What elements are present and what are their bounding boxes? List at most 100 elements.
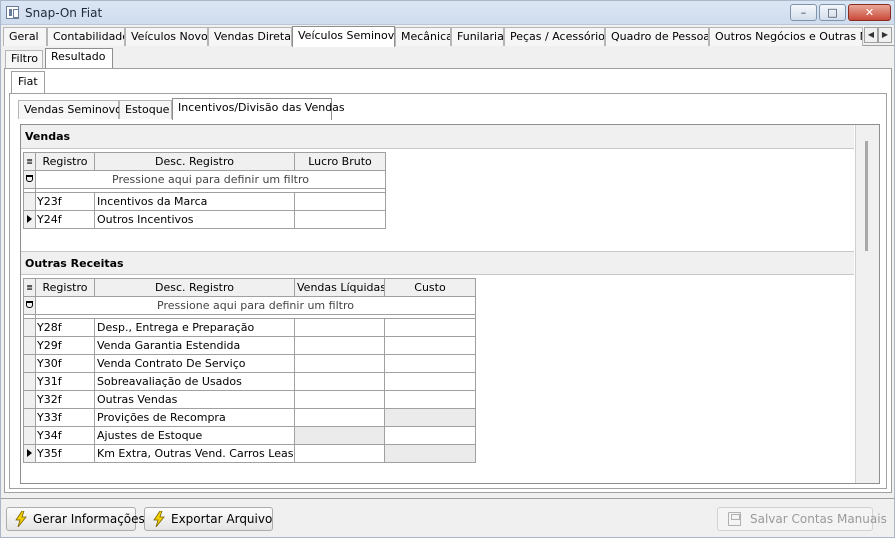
vendas-liquidas-cell[interactable] [294, 372, 385, 391]
button-label: Exportar Arquivo [171, 512, 273, 526]
custo-cell[interactable] [384, 318, 476, 337]
vendas-liquidas-cell[interactable] [294, 444, 385, 463]
vendas-liquidas-cell[interactable] [294, 336, 385, 355]
desc-cell: Outros Incentivos [94, 210, 295, 229]
incentivos-content: Vendas ≣ Registro Desc. Registro Lucro B… [20, 124, 880, 484]
table-row[interactable]: Y35f Km Extra, Outras Vend. Carros Leasi… [23, 444, 476, 463]
minimize-button[interactable]: – [790, 4, 817, 21]
tab-funilaria[interactable]: Funilaria [451, 27, 504, 46]
tab-filtro[interactable]: Filtro [5, 50, 43, 68]
save-disk-icon [728, 512, 741, 526]
registro-cell: Y35f [35, 444, 95, 463]
tab-veiculos-seminovos[interactable]: Veículos Seminovos [292, 26, 395, 47]
registro-cell: Y33f [35, 408, 95, 427]
tab-estoque[interactable]: Estoque [119, 100, 172, 119]
custo-cell[interactable] [384, 354, 476, 373]
table-row[interactable]: Y29f Venda Garantia Estendida [23, 336, 476, 355]
tab-scroll-right-icon[interactable]: ▶ [878, 27, 892, 43]
desc-cell: Desp., Entrega e Preparação [94, 318, 295, 337]
row-indicator [23, 372, 36, 391]
tab-scroll-arrows: ◀ ▶ [864, 27, 893, 44]
registro-cell: Y32f [35, 390, 95, 409]
tab-fiat[interactable]: Fiat [11, 71, 45, 93]
filter-prompt[interactable]: Pressione aqui para definir um filtro [35, 296, 476, 315]
row-indicator [23, 192, 36, 211]
vertical-scrollbar[interactable] [855, 125, 879, 483]
tab-geral[interactable]: Geral [3, 27, 47, 46]
column-chooser-icon[interactable]: ≣ [23, 152, 36, 171]
tab-incentivos-divisao[interactable]: Incentivos/Divisão das Vendas [172, 98, 345, 120]
main-tab-bar: Geral Contabilidade Veículos Novos Venda… [3, 26, 894, 47]
maximize-button[interactable]: □ [819, 4, 846, 21]
custo-cell[interactable] [384, 372, 476, 391]
table-row[interactable]: Y30f Venda Contrato De Serviço [23, 354, 476, 373]
custo-cell-disabled [384, 444, 476, 463]
column-header[interactable]: Lucro Bruto [294, 152, 386, 171]
custo-cell-disabled [384, 408, 476, 427]
window-title: Snap-On Fiat [25, 6, 103, 20]
scrollbar-thumb[interactable] [865, 141, 868, 251]
table-row[interactable]: Y23f Incentivos da Marca [23, 192, 386, 211]
filter-icon[interactable] [23, 170, 36, 189]
row-indicator [23, 390, 36, 409]
current-row-pointer-icon [23, 210, 36, 229]
lucro-bruto-cell[interactable] [294, 210, 386, 229]
vendas-liquidas-cell[interactable] [294, 408, 385, 427]
grid-header-row: ≣ Registro Desc. Registro Vendas Líquida… [23, 278, 476, 297]
tab-vendas-seminovos[interactable]: Vendas Seminovos [18, 100, 128, 119]
lucro-bruto-cell[interactable] [294, 192, 386, 211]
column-header[interactable]: Registro [35, 278, 95, 297]
close-button[interactable]: ✕ [848, 4, 891, 21]
tab-veiculos-novos[interactable]: Veículos Novos [125, 27, 208, 46]
tab-scroll-left-icon[interactable]: ◀ [864, 27, 878, 43]
table-row[interactable]: Y33f Provições de Recompra [23, 408, 476, 427]
vendas-liquidas-cell[interactable] [294, 390, 385, 409]
table-row[interactable]: Y31f Sobreavaliação de Usados [23, 372, 476, 391]
row-indicator [23, 318, 36, 337]
column-header[interactable]: Custo [384, 278, 476, 297]
tab-resultado[interactable]: Resultado [45, 48, 113, 69]
column-header[interactable]: Registro [35, 152, 95, 171]
desc-cell: Ajustes de Estoque [94, 426, 295, 445]
desc-cell: Km Extra, Outras Vend. Carros Leasing [94, 444, 295, 463]
filter-row[interactable]: Pressione aqui para definir um filtro [23, 170, 386, 189]
registro-cell: Y24f [35, 210, 95, 229]
table-row[interactable]: Y34f Ajustes de Estoque [23, 426, 476, 445]
title-bar: Snap-On Fiat – □ ✕ [1, 1, 894, 25]
filter-prompt[interactable]: Pressione aqui para definir um filtro [35, 170, 386, 189]
tab-outros-negocios[interactable]: Outros Negócios e Outras Mar [709, 27, 863, 46]
desc-cell: Venda Garantia Estendida [94, 336, 295, 355]
custo-cell[interactable] [384, 390, 476, 409]
registro-cell: Y28f [35, 318, 95, 337]
registro-cell: Y34f [35, 426, 95, 445]
filter-row[interactable]: Pressione aqui para definir um filtro [23, 296, 476, 315]
row-indicator [23, 354, 36, 373]
exportar-arquivo-button[interactable]: Exportar Arquivo [144, 507, 273, 531]
gerar-informacoes-button[interactable]: Gerar Informações [6, 507, 145, 531]
custo-cell[interactable] [384, 336, 476, 355]
outras-receitas-grid: ≣ Registro Desc. Registro Vendas Líquida… [23, 278, 476, 463]
tab-vendas-diretas[interactable]: Vendas Diretas [208, 27, 292, 46]
current-row-pointer-icon [23, 444, 36, 463]
table-row[interactable]: Y28f Desp., Entrega e Preparação [23, 318, 476, 337]
column-header[interactable]: Vendas Líquidas [294, 278, 385, 297]
tab-contabilidade[interactable]: Contabilidade [47, 27, 125, 46]
tab-mecanica[interactable]: Mecânica [395, 27, 451, 46]
filter-icon[interactable] [23, 296, 36, 315]
column-header[interactable]: Desc. Registro [94, 152, 295, 171]
vendas-liquidas-cell[interactable] [294, 354, 385, 373]
section-outras-receitas-title: Outras Receitas [21, 251, 854, 275]
table-row[interactable]: Y32f Outras Vendas [23, 390, 476, 409]
registro-cell: Y23f [35, 192, 95, 211]
column-chooser-icon[interactable]: ≣ [23, 278, 36, 297]
table-row[interactable]: Y24f Outros Incentivos [23, 210, 386, 229]
tab-quadro-de-pessoas[interactable]: Quadro de Pessoas [605, 27, 709, 46]
desc-cell: Sobreavaliação de Usados [94, 372, 295, 391]
salvar-contas-manuais-button[interactable]: Salvar Contas Manuais [717, 507, 887, 531]
column-header[interactable]: Desc. Registro [94, 278, 295, 297]
button-label: Salvar Contas Manuais [750, 512, 887, 526]
desc-cell: Outras Vendas [94, 390, 295, 409]
vendas-liquidas-cell[interactable] [294, 318, 385, 337]
custo-cell[interactable] [384, 426, 476, 445]
tab-pecas-acessorios[interactable]: Peças / Acessórios [504, 27, 605, 46]
